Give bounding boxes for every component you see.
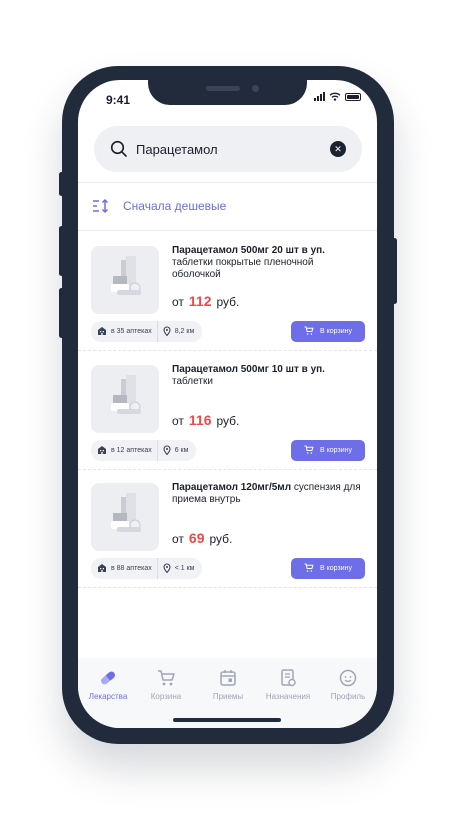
tab-label: Корзина — [150, 692, 182, 701]
tab-medicines[interactable]: Лекарства — [78, 658, 138, 704]
location-pin-icon — [163, 563, 175, 575]
pharmacy-icon — [97, 326, 111, 337]
tab-label: Приемы — [212, 692, 244, 701]
profile-icon — [339, 669, 357, 687]
add-to-cart-button[interactable]: В корзину — [291, 440, 365, 461]
tab-label: Назначения — [265, 692, 311, 701]
camera — [252, 85, 259, 92]
tab-label: Лекарства — [88, 692, 128, 701]
add-to-cart-label: В корзину — [320, 565, 352, 572]
tab-appointments[interactable]: Приемы — [198, 658, 258, 704]
pharmacies-label: в 35 аптеках — [111, 328, 152, 335]
price-value: 112 — [188, 293, 212, 309]
tab-cart[interactable]: Корзина — [136, 658, 196, 704]
product-card[interactable]: Парацетамол 500мг 10 шт в уп. таблетки о… — [78, 352, 377, 470]
tab-profile[interactable]: Профиль — [318, 658, 377, 704]
product-price: от 69 руб. — [172, 530, 232, 546]
price-currency: руб. — [216, 414, 240, 428]
pharmacies-count[interactable]: в 35 аптеках — [91, 321, 158, 342]
sort-icon — [93, 198, 109, 214]
add-to-cart-label: В корзину — [320, 328, 352, 335]
prescription-icon — [281, 669, 296, 687]
distance[interactable]: < 1 км — [158, 558, 203, 579]
location-pin-icon — [163, 445, 175, 457]
card-divider — [78, 587, 377, 588]
product-card[interactable]: Парацетамол 120мг/5мл суспензия для прие… — [78, 470, 377, 588]
product-subtitle: таблетки — [172, 376, 213, 387]
search-bar[interactable]: ✕ — [94, 126, 362, 172]
cart-icon — [304, 445, 320, 457]
distance-label: 8,2 км — [174, 328, 195, 335]
add-to-cart-button[interactable]: В корзину — [291, 558, 365, 579]
product-title: Парацетамол 120мг/5мл — [172, 482, 292, 493]
product-title: Парацетамол 500мг 10 шт в уп. — [172, 364, 325, 375]
product-name[interactable]: Парацетамол 500мг 10 шт в уп. таблетки — [172, 364, 362, 388]
add-to-cart-button[interactable]: В корзину — [291, 321, 365, 342]
distance[interactable]: 8,2 км — [158, 321, 203, 342]
add-to-cart-label: В корзину — [320, 447, 352, 454]
product-image[interactable] — [91, 246, 159, 314]
sort-button[interactable]: Сначала дешевые — [92, 198, 226, 214]
availability-info[interactable]: в 35 аптеках 8,2 км — [91, 321, 203, 342]
header-divider — [78, 182, 377, 183]
distance-label: < 1 км — [174, 565, 195, 572]
product-price: от 112 руб. — [172, 293, 239, 309]
product-name[interactable]: Парацетамол 120мг/5мл суспензия для прие… — [172, 482, 362, 506]
pharmacies-count[interactable]: в 12 аптеках — [91, 440, 158, 461]
search-icon — [110, 140, 127, 157]
price-currency: руб. — [209, 532, 233, 546]
product-name[interactable]: Парацетамол 500мг 20 шт в уп. таблетки п… — [172, 245, 362, 281]
price-value: 116 — [188, 412, 212, 428]
status-time: 9:41 — [106, 93, 131, 107]
price-prefix: от — [172, 295, 184, 309]
cart-icon — [304, 563, 320, 575]
wifi-icon — [329, 92, 341, 101]
pharmacy-icon — [97, 445, 111, 456]
product-image[interactable] — [91, 483, 159, 551]
search-input[interactable] — [136, 139, 316, 159]
availability-info[interactable]: в 12 аптеках 6 км — [91, 440, 197, 461]
calendar-icon — [220, 670, 236, 686]
product-card[interactable]: Парацетамол 500мг 20 шт в уп. таблетки п… — [78, 233, 377, 351]
status-icons — [314, 92, 361, 101]
app-screen: 9:41 ✕ Сначала деше — [78, 80, 377, 728]
sort-divider — [78, 230, 377, 231]
product-subtitle: таблетки покрытые пленочной оболочкой — [172, 257, 314, 280]
card-divider — [78, 350, 377, 351]
notch — [148, 80, 307, 105]
price-value: 69 — [188, 530, 205, 546]
signal-icon — [314, 92, 325, 101]
tab-label: Профиль — [330, 692, 366, 701]
clear-search-button[interactable]: ✕ — [330, 141, 346, 157]
cart-icon — [158, 670, 175, 686]
distance-label: 6 км — [174, 447, 189, 454]
pharmacies-label: в 88 аптеках — [111, 565, 152, 572]
speaker — [206, 86, 240, 91]
price-prefix: от — [172, 532, 184, 546]
pharmacies-count[interactable]: в 88 аптеках — [91, 558, 158, 579]
pharmacies-label: в 12 аптеках — [111, 447, 152, 454]
cart-icon — [304, 326, 320, 338]
location-pin-icon — [163, 326, 175, 338]
tab-prescriptions[interactable]: Назначения — [258, 658, 318, 704]
availability-info[interactable]: в 88 аптеках < 1 км — [91, 558, 203, 579]
close-icon: ✕ — [334, 144, 342, 154]
price-prefix: от — [172, 414, 184, 428]
home-indicator — [173, 718, 281, 722]
distance[interactable]: 6 км — [158, 440, 197, 461]
sort-label: Сначала дешевые — [123, 199, 227, 213]
product-image[interactable] — [91, 365, 159, 433]
product-price: от 116 руб. — [172, 412, 239, 428]
product-title: Парацетамол 500мг 20 шт в уп. — [172, 245, 325, 256]
pill-icon — [101, 671, 115, 685]
pharmacy-icon — [97, 563, 111, 574]
price-currency: руб. — [216, 295, 240, 309]
battery-icon — [345, 93, 361, 101]
